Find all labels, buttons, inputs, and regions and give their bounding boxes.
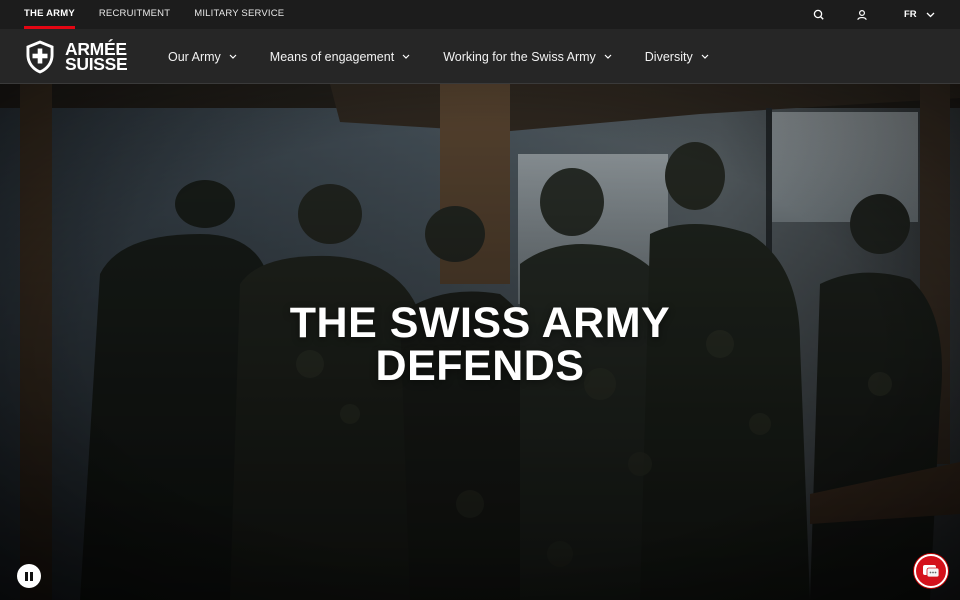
nav-label: Working for the Swiss Army — [443, 49, 596, 64]
hero-title-line-2: Defends — [375, 342, 585, 390]
hero-title-line-1: The Swiss Army — [289, 299, 671, 347]
language-label: FR — [904, 8, 917, 20]
main-navigation: Our Army Means of engagement Working for… — [168, 29, 742, 84]
chat-icon — [923, 565, 940, 578]
language-selector[interactable]: FR — [904, 0, 935, 29]
tab-the-army[interactable]: THE ARMY — [24, 0, 75, 29]
nav-label: Means of engagement — [269, 49, 395, 64]
nav-diversity[interactable]: Diversity — [645, 50, 709, 64]
nav-label: Our Army — [168, 49, 221, 64]
tab-recruitment[interactable]: RECRUITMENT — [99, 0, 170, 29]
logo-line-2: Suisse — [65, 54, 128, 74]
hero-title: The Swiss Army Defends — [0, 302, 960, 388]
pause-video-button[interactable] — [17, 564, 41, 588]
search-icon[interactable] — [812, 8, 826, 22]
chat-button[interactable] — [914, 554, 948, 588]
nav-means-of-engagement[interactable]: Means of engagement — [270, 50, 410, 64]
chevron-down-icon — [402, 54, 410, 59]
logo[interactable]: Armée Suisse — [24, 39, 128, 75]
pause-icon-bar — [25, 571, 28, 581]
chevron-down-icon — [701, 54, 709, 59]
swiss-shield-icon — [26, 40, 54, 74]
nav-working-for-swiss-army[interactable]: Working for the Swiss Army — [443, 50, 612, 64]
top-utility-bar: THE ARMY RECRUITMENT MILITARY SERVICE FR — [0, 0, 960, 29]
user-icon[interactable] — [855, 8, 869, 22]
chevron-down-icon — [926, 12, 935, 17]
nav-our-army[interactable]: Our Army — [168, 50, 237, 64]
tab-military-service[interactable]: MILITARY SERVICE — [194, 0, 284, 29]
hero-video: The Swiss Army Defends — [0, 84, 960, 600]
logo-wordmark: Armée Suisse — [65, 40, 128, 74]
chevron-down-icon — [604, 54, 612, 59]
main-header: Armée Suisse Our Army Means of engagemen… — [0, 29, 960, 84]
chevron-down-icon — [229, 54, 237, 59]
pause-icon-bar — [30, 571, 33, 581]
audience-tabs: THE ARMY RECRUITMENT MILITARY SERVICE — [24, 0, 308, 29]
nav-label: Diversity — [644, 49, 693, 64]
